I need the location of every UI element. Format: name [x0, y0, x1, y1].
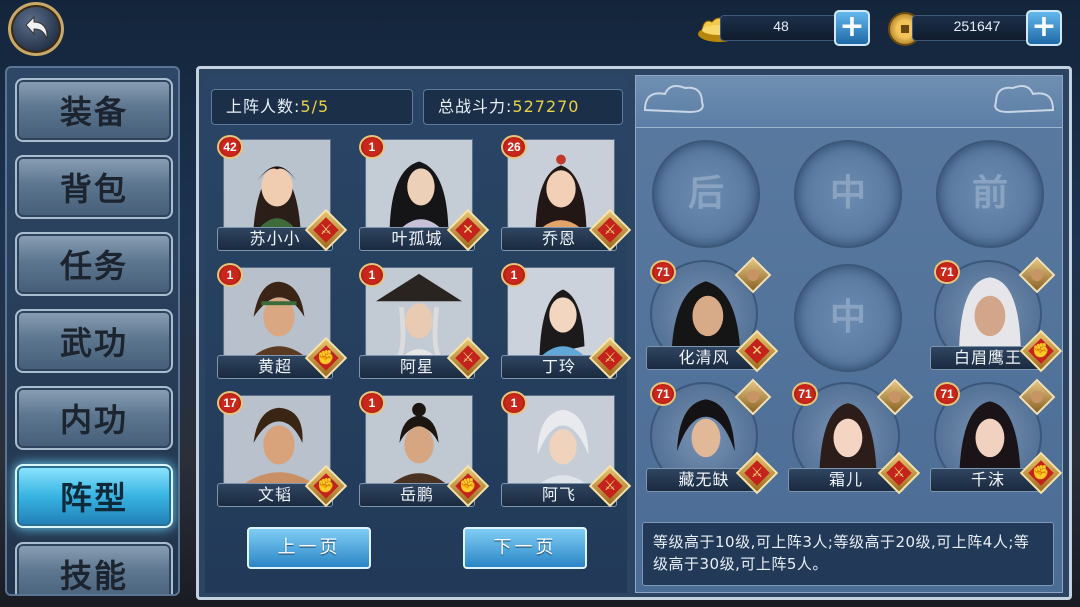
- level-badge: 42: [217, 135, 243, 159]
- formation-hero[interactable]: 71 藏无缺 ⚔: [646, 378, 779, 500]
- level-badge: 1: [359, 391, 385, 415]
- level-badge: 1: [217, 263, 243, 287]
- sidebar-item-label: 技能: [59, 557, 128, 595]
- deployed-count: 上阵人数:5/5: [211, 89, 413, 125]
- formation-hero[interactable]: 71 千沫 ✊: [930, 378, 1063, 500]
- prev-page-button[interactable]: 上一页: [247, 527, 371, 569]
- formation-grid: 后 中 前 中 71 化清风 ✕ 71 白眉鹰王 ✊ 71 藏无缺 ⚔ 71 霜…: [635, 75, 1063, 593]
- hero-card[interactable]: 1 叶孤城 ✕: [359, 135, 490, 255]
- level-badge: 71: [934, 260, 960, 284]
- coin-value: 251647: [953, 18, 1001, 34]
- sidebar-item-label: 装备: [59, 93, 128, 131]
- gold-currency: 48 +: [696, 10, 874, 46]
- hero-card[interactable]: 1 岳鹏 ✊: [359, 391, 490, 511]
- hero-roster: 上阵人数:5/5 总战斗力:527270 42 苏小小 ⚔ 1 叶孤城 ✕ 26…: [205, 75, 632, 593]
- formation-slot-middle[interactable]: 中: [794, 264, 902, 372]
- level-badge: 71: [792, 382, 818, 406]
- cloud-icon: [994, 85, 1055, 114]
- formation-hero[interactable]: 71 化清风 ✕: [646, 256, 779, 378]
- cloud-ornament: [636, 76, 1062, 128]
- sidebar-item-quest[interactable]: 任务: [15, 232, 173, 296]
- hero-card[interactable]: 1 黄超 ✊: [217, 263, 348, 383]
- level-badge: 26: [501, 135, 527, 159]
- formation-hero[interactable]: 71 霜儿 ⚔: [788, 378, 921, 500]
- hero-card[interactable]: 17 文韬 ✊: [217, 391, 348, 511]
- sidebar-item-bag[interactable]: 背包: [15, 155, 173, 219]
- deployed-value: 5/5: [300, 97, 330, 116]
- formation-slot-back[interactable]: 后: [652, 140, 760, 248]
- level-badge: 1: [501, 391, 527, 415]
- hero-card[interactable]: 42 苏小小 ⚔: [217, 135, 348, 255]
- sidebar-item-skills[interactable]: 技能: [15, 542, 173, 595]
- sidebar-item-label: 内功: [59, 401, 128, 439]
- add-gold-button[interactable]: +: [834, 10, 870, 46]
- coin-currency: 251647 +: [888, 10, 1066, 46]
- sidebar-item-equipment[interactable]: 装备: [15, 78, 173, 142]
- formation-slot-front[interactable]: 前: [936, 140, 1044, 248]
- formation-panel: 上阵人数:5/5 总战斗力:527270 42 苏小小 ⚔ 1 叶孤城 ✕ 26…: [196, 66, 1072, 600]
- sidebar-item-label: 武功: [59, 324, 128, 362]
- level-badge: 1: [359, 263, 385, 287]
- sidebar-item-inner-power[interactable]: 内功: [15, 386, 173, 450]
- hero-card[interactable]: 1 阿飞 ⚔: [501, 391, 632, 511]
- level-badge: 71: [650, 260, 676, 284]
- level-badge: 71: [934, 382, 960, 406]
- hero-card[interactable]: 1 丁玲 ⚔: [501, 263, 632, 383]
- sidebar-item-label: 阵型: [59, 479, 128, 517]
- sidebar-item-label: 任务: [59, 247, 128, 285]
- formation-hero[interactable]: 71 白眉鹰王 ✊: [930, 256, 1063, 378]
- formation-rule-text: 等级高于10级,可上阵3人;等级高于20级,可上阵4人;等级高于30级,可上阵5…: [642, 522, 1054, 586]
- power-label: 总战斗力:: [438, 97, 513, 116]
- cloud-icon: [643, 85, 704, 114]
- level-badge: 71: [650, 382, 676, 406]
- formation-slot-middle[interactable]: 中: [794, 140, 902, 248]
- add-coin-button[interactable]: +: [1026, 10, 1062, 46]
- hero-card[interactable]: 26 乔恩 ⚔: [501, 135, 632, 255]
- sidebar-item-label: 背包: [59, 170, 128, 208]
- gold-value: 48: [773, 18, 789, 34]
- level-badge: 1: [359, 135, 385, 159]
- sidebar-item-formation[interactable]: 阵型: [15, 464, 173, 528]
- power-value: 527270: [512, 97, 580, 116]
- level-badge: 1: [501, 263, 527, 287]
- sidebar-item-martial-arts[interactable]: 武功: [15, 309, 173, 373]
- hero-card[interactable]: 1 阿星 ⚔: [359, 263, 490, 383]
- total-power: 总战斗力:527270: [423, 89, 623, 125]
- deployed-label: 上阵人数:: [226, 97, 301, 116]
- next-page-button[interactable]: 下一页: [463, 527, 587, 569]
- level-badge: 17: [217, 391, 243, 415]
- sidebar: 装备 背包 任务 武功 内功 阵型 技能: [5, 66, 180, 596]
- back-button[interactable]: [8, 2, 64, 56]
- back-arrow-icon: [25, 15, 48, 40]
